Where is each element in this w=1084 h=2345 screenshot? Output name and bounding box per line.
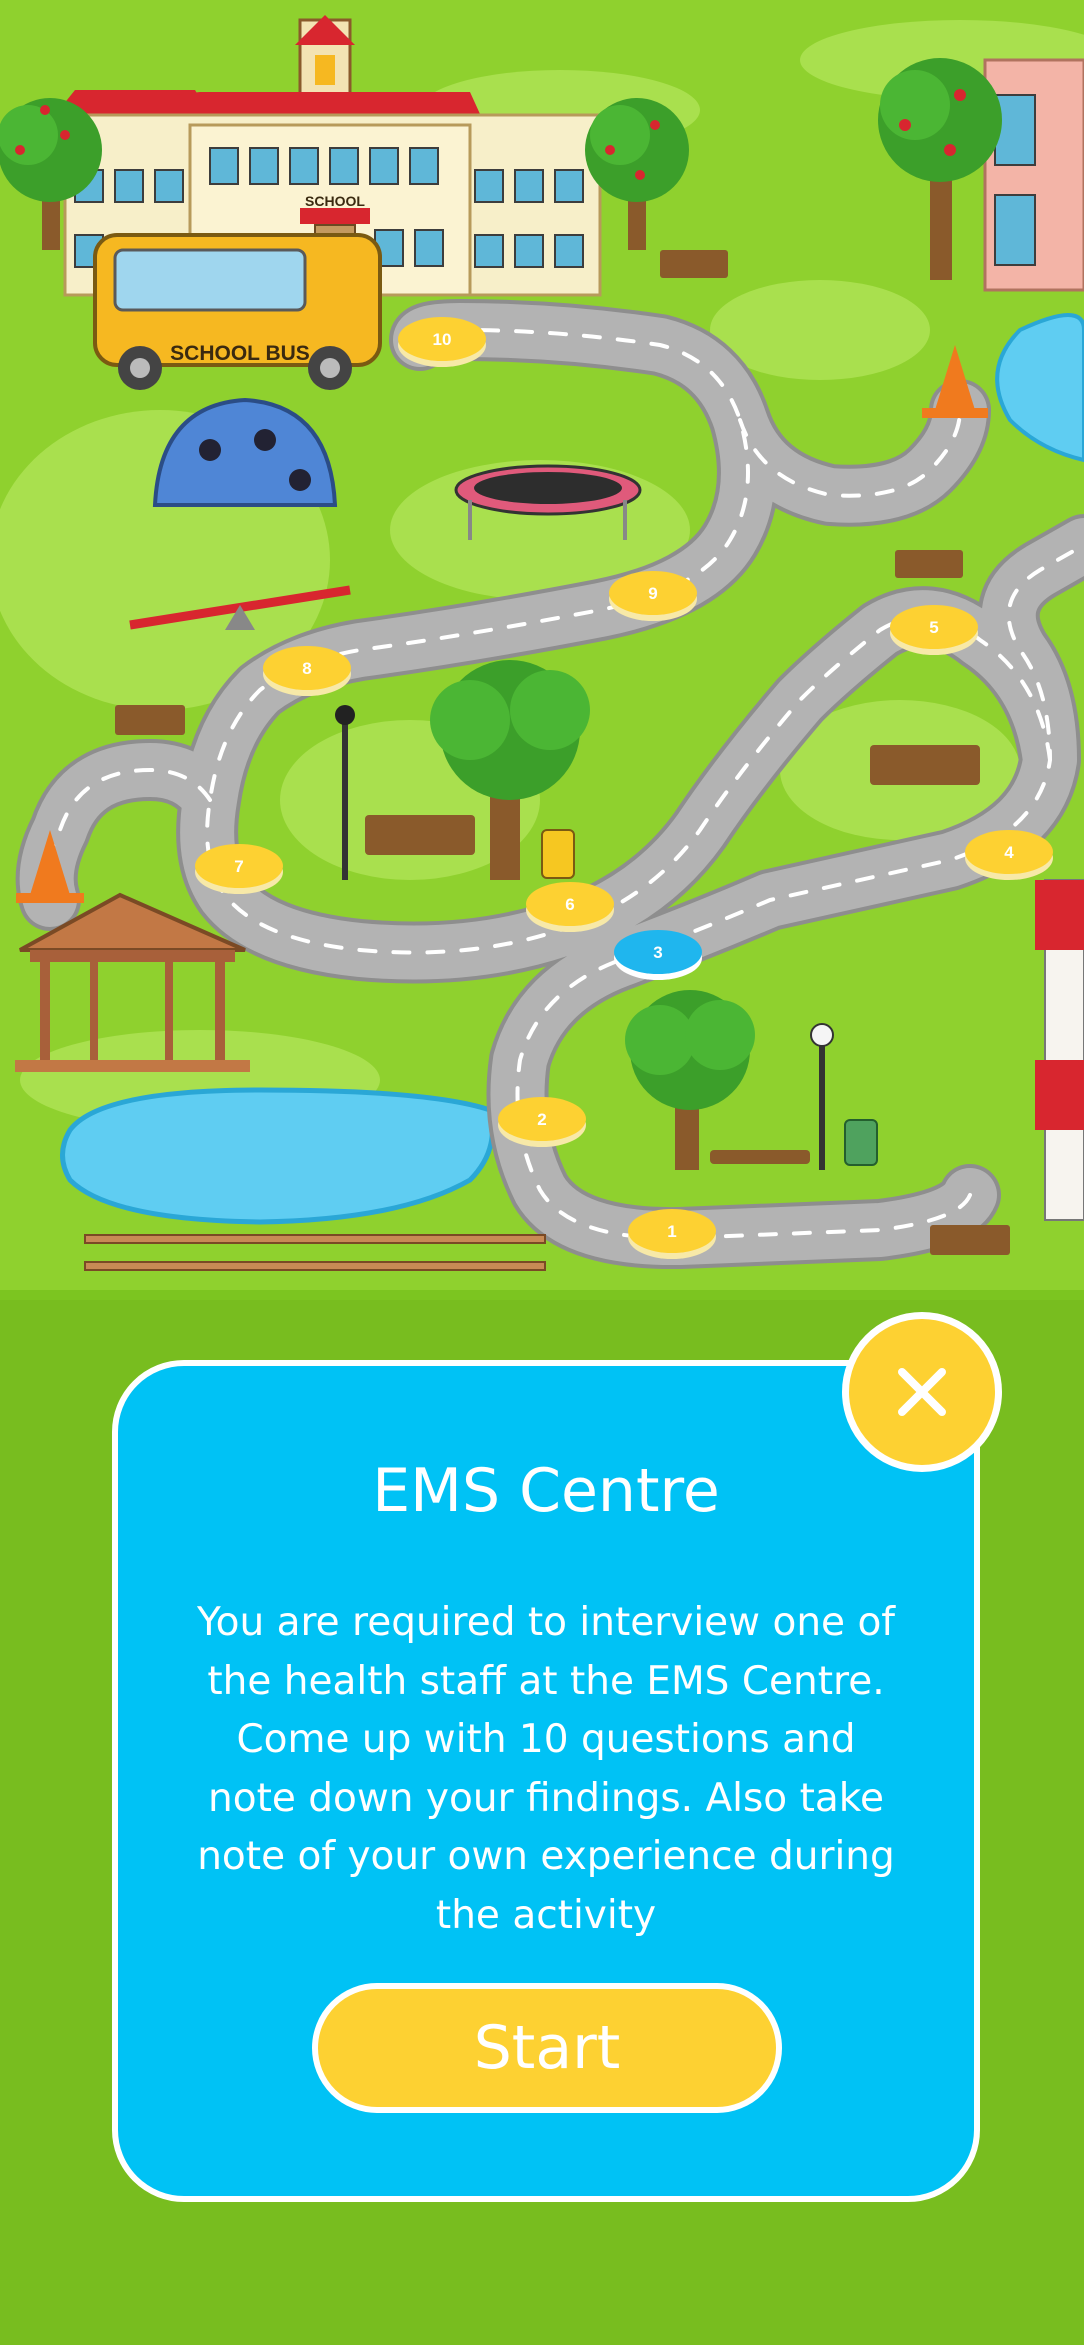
level-marker-9[interactable]: 9: [609, 571, 697, 621]
dialog-description: You are required to interview one of the…: [196, 1600, 896, 1938]
level-marker-3-label: 3: [653, 943, 662, 962]
level-marker-6[interactable]: 6: [526, 882, 614, 932]
level-marker-2-label: 2: [537, 1110, 546, 1129]
level-marker-7[interactable]: 7: [195, 844, 283, 894]
level-marker-8-label: 8: [302, 659, 311, 678]
school-bus: SCHOOL BUS: [93, 233, 382, 390]
level-marker-5[interactable]: 5: [890, 605, 978, 655]
school-sign: SCHOOL: [305, 193, 365, 209]
level-marker-8[interactable]: 8: [263, 646, 351, 696]
close-button[interactable]: [842, 1312, 1002, 1472]
level-marker-5-label: 5: [929, 618, 938, 637]
level-marker-1[interactable]: 1: [628, 1209, 716, 1259]
level-marker-10-label: 10: [433, 330, 452, 349]
start-button[interactable]: Start: [312, 1983, 782, 2113]
trash-bin: [844, 1119, 878, 1166]
level-marker-2[interactable]: 2: [498, 1097, 586, 1147]
activity-dialog: EMS Centre You are required to interview…: [112, 1360, 980, 2202]
dialog-title: EMS Centre: [372, 1456, 720, 1526]
level-marker-4-label: 4: [1004, 843, 1014, 862]
level-marker-7-label: 7: [234, 857, 243, 876]
level-marker-10[interactable]: 10: [398, 317, 486, 367]
game-screen: SCHOOL SCHOOL BUS 1 2 3 4 5 6 7 8 9 10 E…: [0, 0, 1084, 2345]
bus-label: SCHOOL BUS: [170, 342, 310, 365]
level-marker-9-label: 9: [648, 584, 657, 603]
level-marker-3[interactable]: 3: [614, 930, 702, 980]
level-marker-4[interactable]: 4: [965, 830, 1053, 880]
close-icon: [898, 1368, 946, 1416]
apartment-building: [983, 58, 1084, 292]
level-map: SCHOOL SCHOOL BUS 1 2 3 4 5 6 7 8 9 10: [0, 0, 1084, 1300]
mailbox: [541, 829, 575, 879]
level-marker-1-label: 1: [667, 1222, 676, 1241]
level-marker-6-label: 6: [565, 895, 574, 914]
